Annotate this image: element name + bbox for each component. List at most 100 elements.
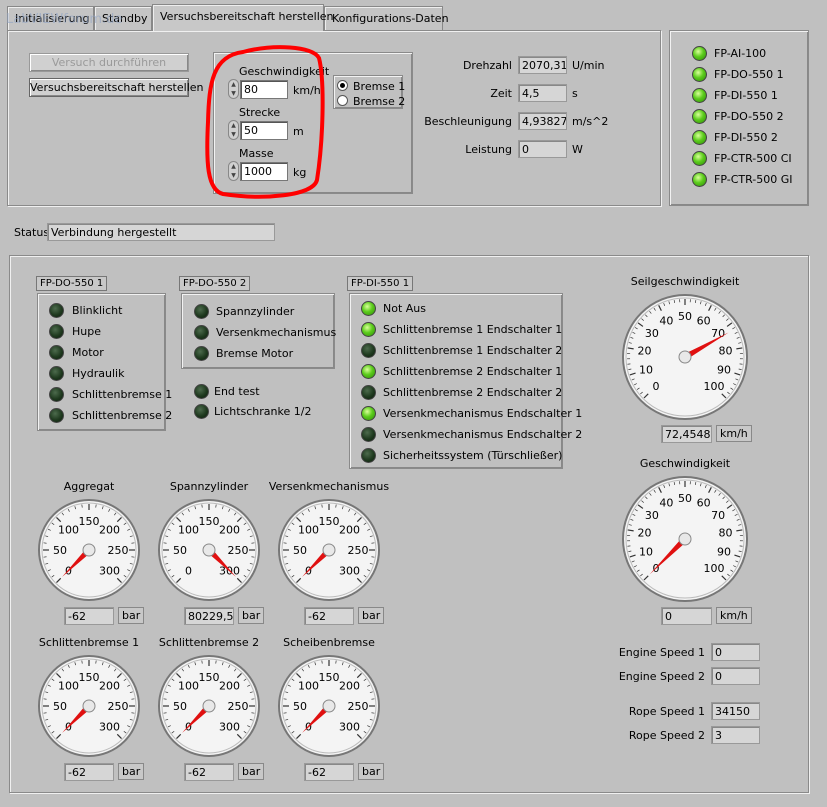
- tab-versuchsbereitschaft[interactable]: Versuchsbereitschaft herstellen: [152, 4, 334, 31]
- power-label: Leistung: [465, 143, 512, 156]
- gauge-tick-label: 20: [638, 345, 652, 358]
- watermark: LabVIEWforum.de: [6, 12, 123, 27]
- led-indicator: [361, 448, 376, 463]
- gauge-value-indicator: 0: [661, 607, 712, 625]
- di1-cluster: [349, 293, 563, 469]
- gauge-tick-label: 150: [199, 671, 220, 684]
- gauge-tick-label: 200: [99, 523, 120, 536]
- led-label: Bremse Motor: [216, 347, 294, 360]
- gauge-tick-label: 90: [717, 364, 731, 377]
- gauge-tick-label: 0: [185, 565, 192, 578]
- led-label: Hydraulik: [72, 367, 125, 380]
- led-label: Lichtschranke 1/2: [214, 405, 312, 418]
- pressure-gauge: 050100150200250300: [278, 499, 380, 601]
- gauge-tick-label: 50: [173, 700, 187, 713]
- led-indicator: [49, 366, 64, 381]
- gauge-tick-label: 100: [58, 679, 79, 692]
- gauge-hub: [678, 350, 692, 364]
- pressure-gauge: 050100150200250300: [38, 655, 140, 757]
- tab-konfigurations-daten[interactable]: Konfigurations-Daten: [324, 6, 449, 30]
- gauge-hub: [678, 532, 692, 546]
- gauge-title: Spannzylinder: [169, 480, 249, 493]
- rpm-indicator: 2070,31: [518, 56, 567, 74]
- gauge-tick-label: 250: [228, 544, 249, 557]
- led-label: Not Aus: [383, 302, 426, 315]
- gauge-value-indicator: -62: [184, 763, 234, 781]
- module-label: FP-DI-550 1: [714, 89, 778, 102]
- led-indicator: [361, 301, 376, 316]
- led-indicator: [361, 406, 376, 421]
- speed-readout-label: Rope Speed 2: [628, 729, 705, 742]
- gauge-tick-label: 10: [639, 546, 653, 559]
- time-indicator: 4,5: [518, 84, 567, 102]
- led-label: Schlittenbremse 1: [72, 388, 173, 401]
- gauge-tick-label: 300: [339, 721, 360, 734]
- gauge-tick-label: 300: [99, 565, 120, 578]
- run-test-button[interactable]: Versuch durchführen: [29, 53, 189, 72]
- led-indicator: [361, 343, 376, 358]
- gauge-tick-label: 80: [718, 345, 732, 358]
- gauge-tick-label: 200: [339, 523, 360, 536]
- gauge-tick-label: 50: [678, 310, 692, 323]
- led-label: Schlittenbremse 2: [72, 409, 173, 422]
- led-indicator: [49, 408, 64, 423]
- gauge-tick-label: 30: [645, 327, 659, 340]
- gauge-tick-label: 80: [718, 527, 732, 540]
- module-label: FP-CTR-500 CI: [714, 152, 792, 165]
- status-label: Status: [14, 226, 50, 239]
- module-led: [692, 151, 707, 166]
- led-label: Versenkmechanismus: [216, 326, 337, 339]
- gauge-hub: [82, 699, 96, 713]
- gauge-tick-label: 150: [79, 671, 100, 684]
- gauge-tick-label: 250: [108, 544, 129, 557]
- gauge-hub: [322, 543, 336, 557]
- time-label: Zeit: [490, 87, 512, 100]
- led-label: Schlittenbremse 2 Endschalter 1: [383, 365, 563, 378]
- led-label: Versenkmechanismus Endschalter 2: [383, 428, 583, 441]
- pressure-gauge: 050100150200250300: [158, 655, 260, 757]
- rpm-label: Drehzahl: [462, 59, 512, 72]
- gauge-unit: bar: [238, 607, 265, 624]
- speed-readout-indicator: 3: [711, 726, 760, 744]
- gauge-tick-label: 50: [293, 544, 307, 557]
- module-led: [692, 88, 707, 103]
- gauge-tick-label: 200: [219, 679, 240, 692]
- gauge-title: Schlittenbremse 1: [38, 636, 140, 649]
- gauge-tick-label: 90: [717, 546, 731, 559]
- gauge-tick-label: 50: [53, 700, 67, 713]
- gauge-value-indicator: 80229,5: [184, 607, 234, 625]
- led-label: Blinklicht: [72, 304, 123, 317]
- led-label: Sicherheitssystem (Türschließer): [383, 449, 563, 462]
- status-indicator: Verbindung hergestellt: [47, 223, 275, 241]
- gauge-tick-label: 20: [638, 527, 652, 540]
- acceleration-unit: m/s^2: [572, 115, 609, 128]
- gauge-hub: [322, 699, 336, 713]
- gauge-tick-label: 250: [228, 700, 249, 713]
- gauge-title: Schlittenbremse 2: [158, 636, 260, 649]
- prepare-test-button[interactable]: Versuchsbereitschaft herstellen: [29, 78, 204, 97]
- power-indicator: 0: [518, 140, 567, 158]
- module-led: [692, 67, 707, 82]
- brake-1-radio[interactable]: [337, 80, 348, 91]
- pressure-gauge: 050100150200250300: [278, 655, 380, 757]
- gauge-tick-label: 40: [659, 314, 673, 327]
- led-indicator: [361, 364, 376, 379]
- gauge-hub: [202, 699, 216, 713]
- led-label: Motor: [72, 346, 104, 359]
- module-label: FP-DO-550 2: [714, 110, 784, 123]
- led-label: Spannzylinder: [216, 305, 295, 318]
- gauge-unit: km/h: [716, 607, 752, 624]
- gauge-tick-label: 70: [711, 509, 725, 522]
- gauge-title: Aggregat: [63, 480, 115, 493]
- led-indicator: [49, 324, 64, 339]
- brake-2-radio[interactable]: [337, 95, 348, 106]
- gauge-value-indicator: -62: [304, 763, 354, 781]
- brake-1-label: Bremse 1: [353, 80, 406, 93]
- led-indicator: [361, 322, 376, 337]
- gauge-tick-label: 100: [298, 523, 319, 536]
- gauge-tick-label: 150: [199, 515, 220, 528]
- module-led: [692, 172, 707, 187]
- speed-readout-indicator: 34150: [711, 702, 760, 720]
- led-indicator: [194, 346, 209, 361]
- led-label: Versenkmechanismus Endschalter 1: [383, 407, 583, 420]
